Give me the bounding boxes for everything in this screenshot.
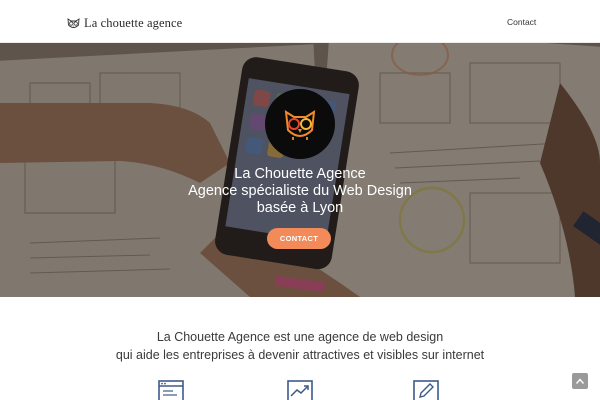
owl-brand-icon [66, 16, 81, 31]
owl-logo-icon [265, 89, 335, 159]
hero-title-line-2: Agence spécialiste du Web Design [188, 183, 412, 199]
brand-link[interactable]: La chouette agence [66, 14, 182, 32]
chevron-up-icon [576, 378, 584, 384]
pencil-edit-icon [412, 379, 440, 400]
intro-text-line-2: qui aide les entreprises à devenir attra… [115, 348, 485, 362]
hero-section: La Chouette Agence Agence spécialiste du… [0, 43, 600, 297]
browser-window-icon [157, 379, 185, 400]
hero-title-line-1: La Chouette Agence [234, 166, 366, 182]
hero-contact-button[interactable]: Contact [267, 228, 331, 249]
trending-chart-icon [286, 379, 314, 400]
brand-name: La chouette agence [84, 15, 183, 30]
navbar: La chouette agence Contact [0, 0, 600, 43]
scroll-to-top-button[interactable] [572, 373, 588, 389]
intro-text-line-1: La Chouette Agence est une agence de web… [156, 330, 444, 344]
nav-link-contact[interactable]: Contact [507, 17, 536, 27]
hero-title-line-3: basée à Lyon [256, 200, 344, 216]
